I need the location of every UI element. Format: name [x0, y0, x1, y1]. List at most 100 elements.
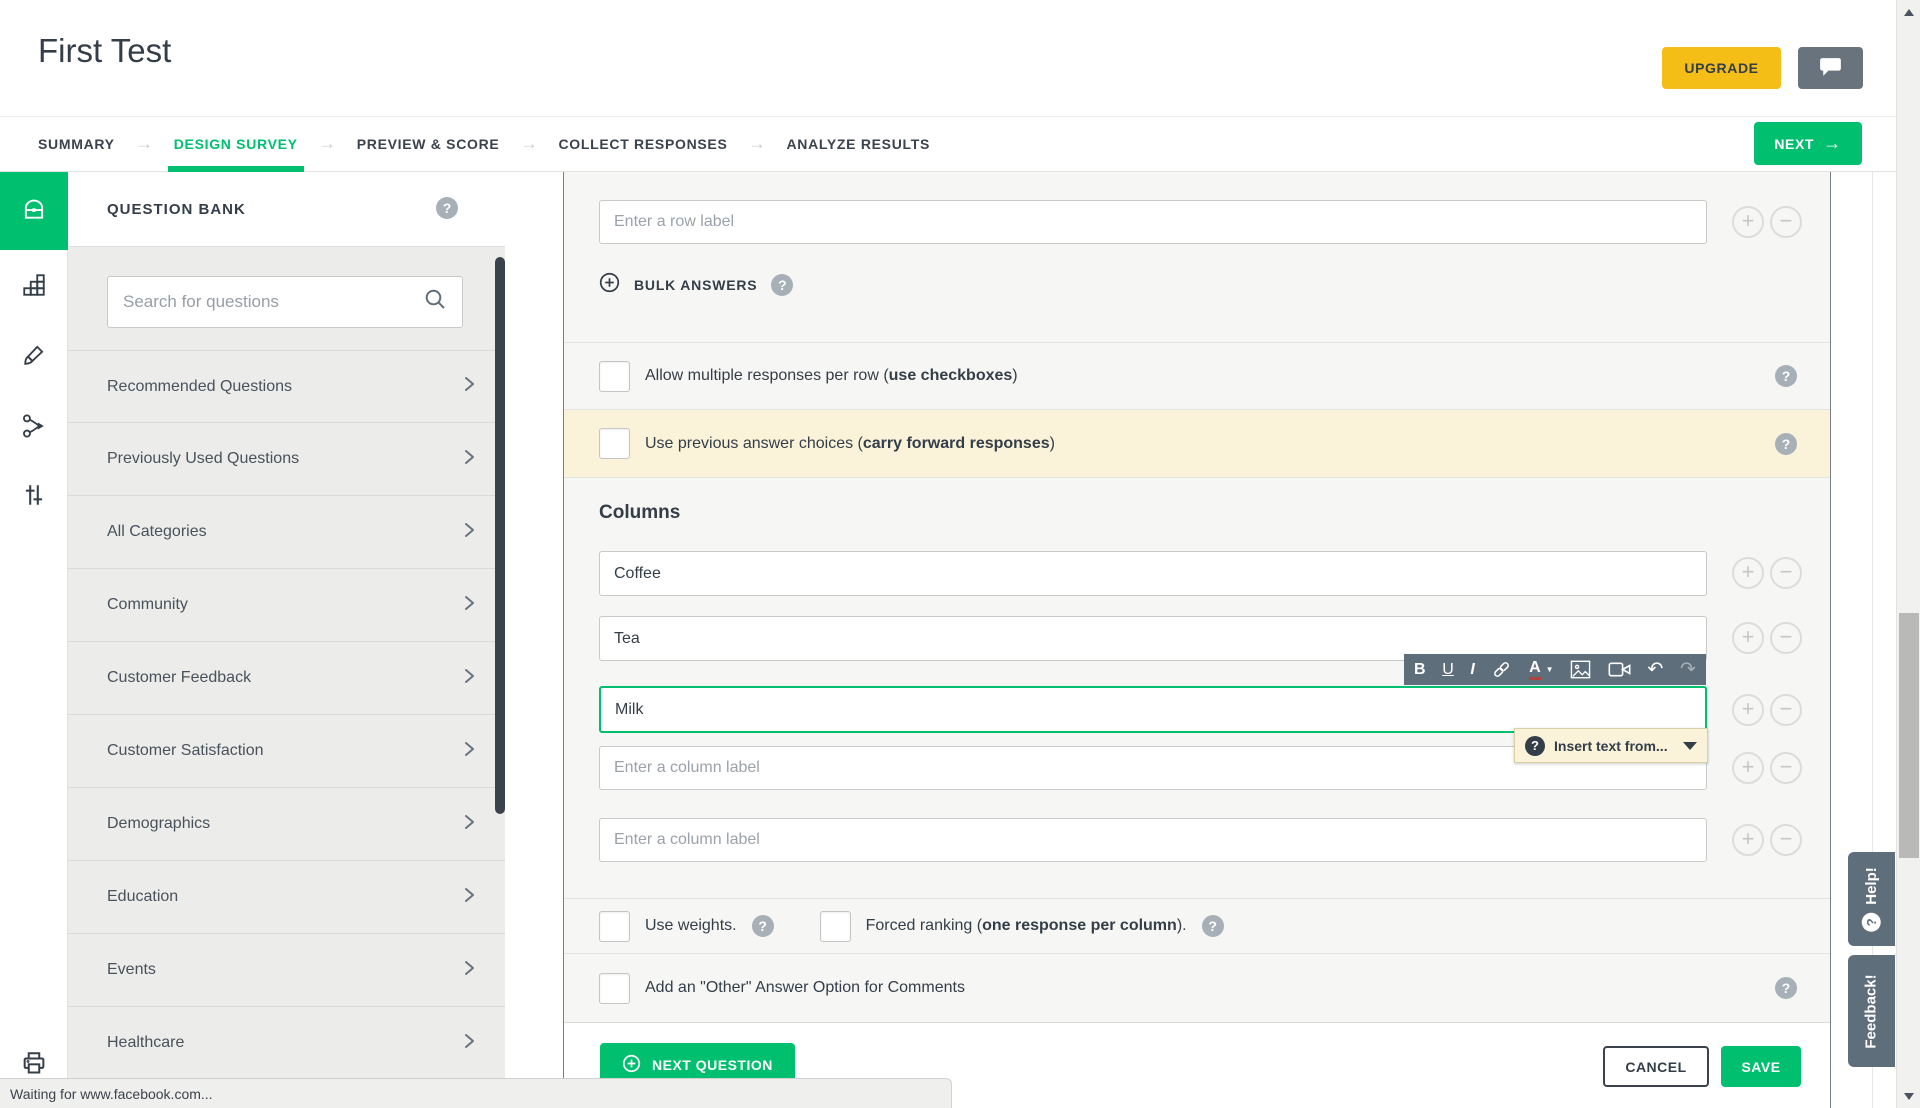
columns-heading: Columns — [599, 502, 680, 524]
link-button[interactable] — [1491, 659, 1512, 680]
category-item-community[interactable]: Community — [68, 569, 505, 642]
text-color-button[interactable]: A ▼ — [1529, 660, 1553, 680]
tab-collect-responses[interactable]: COLLECT RESPONSES — [558, 117, 727, 171]
feedback-tab[interactable]: Feedback! — [1848, 955, 1895, 1067]
sidebar-item-logic[interactable] — [0, 395, 68, 461]
sidebar-item-question-bank[interactable] — [0, 172, 68, 250]
chevron-right-icon — [464, 376, 475, 397]
next-step-button[interactable]: NEXT → — [1754, 122, 1862, 165]
remove-column-button[interactable]: − — [1770, 557, 1802, 589]
scroll-down-arrow[interactable] — [1897, 1088, 1920, 1104]
question-bank-panel: QUESTION BANK ? Recommended Questions Pr… — [68, 172, 505, 1108]
tool-sidebar — [0, 172, 68, 1108]
category-list: Recommended Questions Previously Used Qu… — [68, 350, 505, 1080]
other-option-checkbox[interactable] — [599, 973, 630, 1004]
caret-down-icon: ▼ — [1546, 666, 1554, 674]
add-column-button[interactable]: + — [1732, 824, 1764, 856]
question-editor-card: + − BULK ANSWERS ? Allow multiple respon… — [563, 172, 1831, 1108]
forced-ranking-label: Forced ranking (one response per column)… — [866, 917, 1187, 935]
tab-preview-score[interactable]: PREVIEW & SCORE — [357, 117, 500, 171]
insert-video-button[interactable] — [1608, 661, 1631, 678]
other-option-label: Add an "Other" Answer Option for Comment… — [645, 979, 965, 997]
help-icon[interactable]: ? — [1775, 365, 1797, 387]
blocks-icon — [20, 272, 48, 303]
carry-forward-checkbox[interactable] — [599, 428, 630, 459]
category-item-events[interactable]: Events — [68, 934, 505, 1007]
undo-button[interactable]: ↶ — [1647, 660, 1663, 679]
bulk-answers-link[interactable]: BULK ANSWERS — [634, 277, 757, 293]
category-item-previously-used[interactable]: Previously Used Questions — [68, 423, 505, 496]
remove-column-button[interactable]: − — [1770, 752, 1802, 784]
remove-column-button[interactable]: − — [1770, 622, 1802, 654]
feedback-bubble-button[interactable] — [1798, 47, 1863, 89]
help-icon[interactable]: ? — [436, 197, 458, 219]
insert-image-button[interactable] — [1570, 660, 1591, 679]
italic-button[interactable]: I — [1470, 662, 1474, 678]
multiple-responses-checkbox[interactable] — [599, 361, 630, 392]
add-column-button[interactable]: + — [1732, 694, 1764, 726]
feedback-tab-label: Feedback! — [1863, 974, 1880, 1048]
category-item-education[interactable]: Education — [68, 861, 505, 934]
help-icon[interactable]: ? — [1775, 977, 1797, 999]
rich-text-toolbar: B U I A ▼ ↶ ↷ — [1404, 654, 1706, 685]
font-color-icon: A — [1529, 660, 1541, 680]
row-label-input[interactable] — [599, 200, 1707, 244]
tab-design-survey[interactable]: DESIGN SURVEY — [174, 117, 298, 171]
scroll-up-arrow[interactable] — [1897, 4, 1920, 20]
category-item-customer-satisfaction[interactable]: Customer Satisfaction — [68, 715, 505, 788]
tab-label: PREVIEW & SCORE — [357, 136, 500, 152]
sidebar-item-options[interactable] — [0, 464, 68, 530]
add-column-button[interactable]: + — [1732, 622, 1764, 654]
help-icon[interactable]: ? — [1525, 736, 1545, 756]
category-item-all-categories[interactable]: All Categories — [68, 496, 505, 569]
nav-arrow-icon: → — [749, 117, 766, 171]
chevron-right-icon — [464, 1033, 475, 1054]
forced-ranking-checkbox[interactable] — [820, 911, 851, 942]
insert-text-from-dropdown[interactable]: ? Insert text from... — [1514, 728, 1708, 763]
remove-column-button[interactable]: − — [1770, 694, 1802, 726]
category-item-recommended[interactable]: Recommended Questions — [68, 350, 505, 423]
option-label: Allow multiple responses per row (use ch… — [645, 367, 1018, 385]
tab-summary[interactable]: SUMMARY — [38, 117, 115, 171]
use-weights-checkbox[interactable] — [599, 911, 630, 942]
question-bank-title: QUESTION BANK — [107, 201, 246, 218]
tab-label: DESIGN SURVEY — [174, 136, 298, 152]
underline-button[interactable]: U — [1442, 662, 1454, 678]
help-icon[interactable]: ? — [1775, 433, 1797, 455]
scrollbar-thumb[interactable] — [1899, 613, 1919, 858]
panel-scrollbar-thumb[interactable] — [495, 257, 505, 814]
category-label: Community — [107, 596, 464, 614]
help-icon[interactable]: ? — [752, 915, 774, 937]
sidebar-item-building-blocks[interactable] — [0, 254, 68, 320]
upgrade-button[interactable]: UPGRADE — [1662, 47, 1781, 89]
category-label: Customer Feedback — [107, 669, 464, 687]
category-item-healthcare[interactable]: Healthcare — [68, 1007, 505, 1080]
cancel-button[interactable]: CANCEL — [1603, 1046, 1709, 1087]
help-tab[interactable]: ? Help! — [1848, 852, 1895, 946]
add-row-button[interactable]: + — [1732, 206, 1764, 238]
chevron-right-icon — [464, 449, 475, 470]
redo-button[interactable]: ↷ — [1680, 660, 1696, 679]
category-item-customer-feedback[interactable]: Customer Feedback — [68, 642, 505, 715]
add-column-button[interactable]: + — [1732, 752, 1764, 784]
chevron-right-icon — [464, 668, 475, 689]
sidebar-item-themes[interactable] — [0, 324, 68, 390]
help-icon[interactable]: ? — [771, 274, 793, 296]
remove-row-button[interactable]: − — [1770, 206, 1802, 238]
survey-title: First Test — [38, 32, 171, 70]
add-column-button[interactable]: + — [1732, 557, 1764, 589]
paintbrush-icon — [20, 342, 48, 373]
remove-column-button[interactable]: − — [1770, 824, 1802, 856]
column-input-3-focused[interactable] — [599, 686, 1707, 733]
search-input[interactable] — [123, 292, 424, 312]
help-icon[interactable]: ? — [1202, 915, 1224, 937]
category-label: Healthcare — [107, 1034, 464, 1052]
column-input-1[interactable] — [599, 551, 1707, 596]
bold-button[interactable]: B — [1414, 662, 1426, 678]
category-item-demographics[interactable]: Demographics — [68, 788, 505, 861]
chevron-right-icon — [464, 960, 475, 981]
column-input-5[interactable] — [599, 818, 1707, 862]
tab-analyze-results[interactable]: ANALYZE RESULTS — [787, 117, 931, 171]
browser-scrollbar[interactable] — [1896, 0, 1920, 1108]
save-button[interactable]: SAVE — [1721, 1046, 1801, 1087]
